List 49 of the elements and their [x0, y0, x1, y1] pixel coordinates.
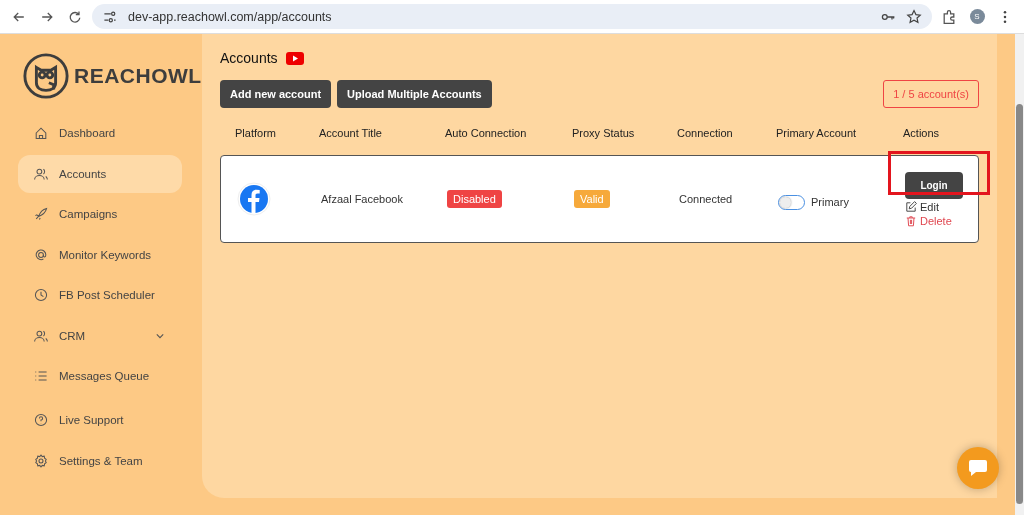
sidebar-item[interactable]: Campaigns: [18, 195, 182, 233]
sidebar-item[interactable]: Dashboard: [18, 114, 182, 152]
action-button[interactable]: Upload Multiple Accounts: [337, 80, 492, 108]
clock-icon: [33, 287, 49, 303]
column-header: Account Title: [319, 127, 383, 139]
profile-avatar[interactable]: S: [969, 9, 985, 24]
home-icon: [33, 125, 49, 141]
extensions-icon[interactable]: [941, 8, 957, 25]
sidebar-item[interactable]: FB Post Scheduler: [18, 276, 182, 314]
sidebar-item[interactable]: Settings & Team: [18, 441, 182, 480]
help-icon: [33, 412, 49, 428]
sidebar-item[interactable]: Live Support: [18, 401, 182, 439]
toggle-label: Primary: [811, 196, 849, 208]
sidebar-item[interactable]: CRM: [18, 316, 182, 355]
settings-icon: [33, 452, 49, 469]
owl-logo-icon: [22, 52, 70, 100]
logo-text: REACHOWL: [74, 64, 202, 88]
page-title: Accounts: [220, 50, 278, 66]
at-sign-icon: [33, 246, 49, 263]
url-text: dev-app.reachowl.com/app/accounts: [128, 9, 333, 24]
delete-link[interactable]: Delete: [905, 214, 952, 227]
column-header: Platform: [235, 127, 277, 139]
edit-link[interactable]: Edit: [905, 200, 939, 213]
action-button[interactable]: Add new account: [220, 80, 332, 108]
chat-bubble-icon: [968, 459, 988, 477]
column-header: Connection: [677, 127, 734, 139]
scrollbar[interactable]: [1015, 34, 1024, 515]
sidebar-item[interactable]: Monitor Keywords: [18, 235, 182, 274]
column-header: Primary Account: [776, 127, 858, 139]
connection-status: Connected: [679, 193, 734, 205]
column-header: Actions: [903, 127, 941, 139]
column-header: Auto Connection: [445, 127, 528, 139]
trash-icon: [905, 214, 917, 227]
account-title: Afzaal Facebook: [321, 193, 404, 205]
star-icon[interactable]: [906, 8, 922, 25]
sidebar-item[interactable]: Messages Queue: [18, 357, 182, 395]
list-icon: [33, 368, 49, 384]
account-count: 1 / 5 account(s): [883, 80, 979, 108]
column-header: Proxy Status: [572, 127, 636, 139]
sidebar-item[interactable]: Accounts: [18, 154, 182, 193]
status-badge: Disabled: [447, 190, 502, 208]
reload-icon[interactable]: [67, 8, 83, 25]
status-badge: Valid: [574, 190, 610, 208]
video-play-icon[interactable]: [285, 51, 304, 65]
pencil-icon: [905, 200, 917, 213]
login-button[interactable]: Login: [905, 171, 963, 199]
address-bar[interactable]: dev-app.reachowl.com/app/accounts: [92, 4, 932, 29]
facebook-icon: [237, 182, 271, 216]
rocket-icon: [33, 206, 49, 222]
